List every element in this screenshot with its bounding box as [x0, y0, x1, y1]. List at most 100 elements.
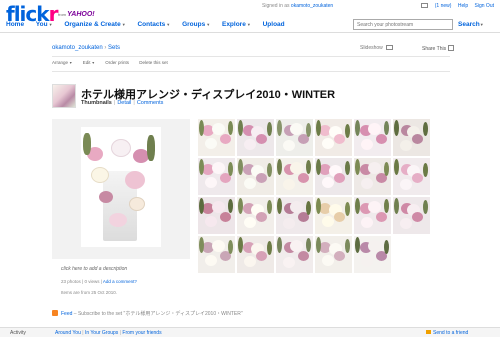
tab-thumbnails[interactable]: Thumbnails — [81, 100, 112, 106]
flower-shape — [244, 256, 256, 267]
nav-groups[interactable]: Groups▼ — [182, 21, 210, 28]
thumbnail-grid — [198, 119, 432, 275]
photo-thumbnail[interactable] — [198, 119, 235, 156]
breadcrumb-user[interactable]: okamoto_zoukaten — [52, 45, 103, 51]
chevron-down-icon: ▼ — [48, 22, 53, 27]
photo-thumbnail[interactable] — [237, 119, 274, 156]
order-prints-button[interactable]: Order prints — [105, 60, 129, 65]
flower-shape — [277, 237, 282, 253]
add-comment-link[interactable]: Add a comment? — [103, 279, 137, 284]
tab-comments[interactable]: Comments — [137, 100, 164, 106]
nav-home[interactable]: Home — [6, 21, 24, 28]
in-your-groups-link[interactable]: In Your Groups — [85, 330, 118, 336]
nav-contacts[interactable]: Contacts▼ — [137, 21, 170, 28]
send-to-friend-link[interactable]: Send to a friend — [426, 330, 468, 336]
flower-shape — [220, 134, 231, 144]
flower-shape — [355, 120, 360, 136]
flower-shape — [423, 200, 428, 214]
nav-explore[interactable]: Explore▼ — [222, 21, 251, 28]
photo-thumbnail[interactable] — [315, 236, 352, 273]
feed-link[interactable]: Feed — [61, 311, 72, 317]
share-label: Share This — [422, 46, 447, 52]
photo-thumbnail[interactable] — [237, 197, 274, 234]
mail-link[interactable]: (1 new) — [420, 3, 451, 9]
photo-thumbnail[interactable] — [354, 197, 391, 234]
flower-shape — [228, 240, 233, 254]
nav-organize-create[interactable]: Organize & Create▼ — [64, 21, 125, 28]
chevron-down-icon: ▼ — [246, 22, 251, 27]
flower-shape — [384, 121, 389, 135]
photo-thumbnail[interactable] — [198, 236, 235, 273]
photo-thumbnail[interactable] — [276, 119, 313, 156]
chevron-down-icon: ▼ — [479, 22, 484, 27]
flower-shape — [109, 213, 127, 227]
photo-thumbnail[interactable] — [237, 158, 274, 195]
chevron-down-icon: ▼ — [91, 61, 95, 65]
flower-shape — [129, 197, 145, 211]
flower-shape — [355, 159, 360, 175]
photo-thumbnail[interactable] — [315, 158, 352, 195]
slideshow-button[interactable]: Slideshow — [360, 45, 393, 51]
breadcrumb-sets[interactable]: Sets — [108, 45, 120, 51]
delete-set-button[interactable]: Delete this set — [139, 60, 168, 65]
flower-shape — [394, 120, 399, 136]
flower-shape — [423, 163, 428, 177]
photo-thumbnail[interactable] — [315, 119, 352, 156]
flower-shape — [91, 167, 109, 183]
flower-shape — [306, 201, 311, 215]
flower-shape — [322, 177, 334, 188]
edit-menu[interactable]: Edit▼ — [83, 60, 95, 65]
arrange-label: Arrange — [52, 60, 69, 65]
flower-shape — [238, 120, 243, 136]
slideshow-icon — [385, 45, 393, 50]
foliage-shape — [147, 135, 155, 161]
toolbar-divider — [52, 71, 450, 72]
arrange-menu[interactable]: Arrange▼ — [52, 60, 72, 65]
flower-shape — [394, 159, 399, 175]
photo-thumbnail[interactable] — [198, 197, 235, 234]
nav-organize-label: Organize & Create — [64, 21, 121, 28]
photo-thumbnail[interactable] — [276, 197, 313, 234]
photo-thumbnail[interactable] — [198, 158, 235, 195]
flower-shape — [412, 212, 423, 222]
from-your-friends-link[interactable]: From your friends — [122, 330, 161, 336]
photo-thumbnail[interactable] — [276, 158, 313, 195]
activity-label: Activity — [10, 330, 26, 336]
photo-thumbnail[interactable] — [393, 197, 430, 234]
around-you-link[interactable]: Around You — [55, 330, 81, 336]
share-button[interactable]: Share This — [422, 45, 455, 52]
feed-text: – Subscribe to the set "ホテル様用アレンジ・ディスプレイ… — [73, 311, 243, 317]
photo-thumbnail[interactable] — [354, 236, 391, 273]
chevron-down-icon: ▼ — [206, 22, 211, 27]
signed-in-username[interactable]: okamoto_zoukaten — [291, 3, 333, 9]
flower-shape — [267, 122, 272, 136]
flower-shape — [220, 212, 231, 222]
photo-thumbnail[interactable] — [354, 158, 391, 195]
flower-shape — [283, 218, 295, 229]
search-button[interactable]: Search▼ — [458, 21, 484, 28]
photo-thumbnail[interactable] — [315, 197, 352, 234]
set-thumbnail[interactable] — [52, 84, 76, 108]
flower-shape — [256, 134, 267, 144]
photo-thumbnail[interactable] — [237, 236, 274, 273]
photo-thumbnail[interactable] — [354, 119, 391, 156]
nav-upload[interactable]: Upload — [263, 21, 285, 28]
edit-label: Edit — [82, 60, 91, 65]
photo-thumbnail[interactable] — [393, 158, 430, 195]
activity-links: Around You | In Your Groups | From your … — [55, 330, 162, 336]
tab-detail[interactable]: Detail — [117, 100, 131, 106]
primary-photo[interactable] — [81, 127, 161, 247]
add-description-link[interactable]: click here to add a description — [61, 266, 127, 272]
flower-shape — [334, 251, 345, 261]
main-nav: Home You▼ Organize & Create▼ Contacts▼ G… — [6, 21, 295, 28]
sign-out-link[interactable]: Sign Out — [475, 3, 494, 9]
send-to-friend-label: Send to a friend — [433, 330, 469, 336]
flower-shape — [306, 123, 311, 137]
search-input[interactable] — [353, 19, 453, 30]
flower-shape — [384, 162, 389, 176]
photo-thumbnail[interactable] — [393, 119, 430, 156]
flower-shape — [334, 173, 345, 183]
photo-thumbnail[interactable] — [276, 236, 313, 273]
nav-you[interactable]: You▼ — [36, 21, 53, 28]
help-link[interactable]: Help — [458, 3, 468, 9]
